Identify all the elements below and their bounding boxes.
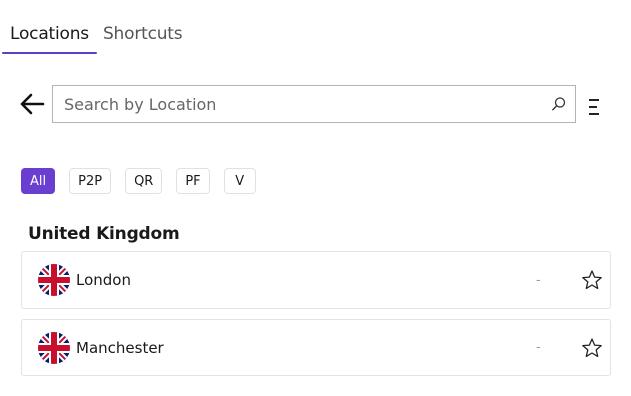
uk-flag-icon — [38, 331, 70, 364]
arrow-left-icon — [20, 93, 45, 115]
location-name: London — [76, 271, 131, 289]
star-outline-icon — [582, 270, 602, 290]
vpn-locations-panel: Locations Shortcuts All P2P QR PF V Unit… — [0, 0, 631, 396]
location-list: London - Manchester - — [21, 251, 611, 376]
location-status: - — [536, 340, 541, 355]
search-box — [52, 85, 576, 123]
tab-shortcuts[interactable]: Shortcuts — [99, 18, 192, 54]
filter-qr[interactable]: QR — [125, 168, 163, 194]
filter-v[interactable]: V — [223, 168, 256, 194]
tab-bar: Locations Shortcuts — [0, 18, 192, 56]
star-outline-icon — [582, 338, 602, 358]
tab-locations[interactable]: Locations — [0, 18, 99, 54]
location-row-manchester[interactable]: Manchester - — [21, 319, 611, 376]
filter-all[interactable]: All — [21, 168, 56, 194]
location-status: - — [536, 272, 541, 288]
menu-button[interactable] — [586, 96, 602, 118]
search-icon — [552, 97, 566, 111]
menu-icon — [589, 99, 599, 115]
favorite-button[interactable] — [581, 337, 603, 359]
location-row-london[interactable]: London - — [21, 251, 611, 309]
uk-flag-icon — [38, 264, 70, 296]
back-button[interactable] — [18, 90, 46, 118]
country-heading: United Kingdom — [28, 224, 180, 244]
location-name: Manchester — [76, 338, 164, 357]
search-input[interactable] — [53, 86, 543, 122]
filter-chips: All P2P QR PF V — [21, 168, 256, 194]
filter-pf[interactable]: PF — [176, 168, 210, 194]
search-button[interactable] — [543, 86, 575, 122]
favorite-button[interactable] — [581, 269, 603, 291]
filter-p2p[interactable]: P2P — [69, 168, 112, 194]
